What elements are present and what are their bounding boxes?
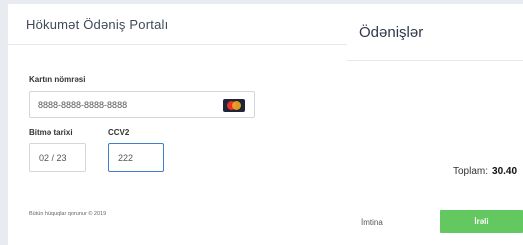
total-label: Toplam: (453, 166, 489, 177)
payments-summary-panel: Ödənişlər Toplam: 30.40 İmtina İrəli (347, 4, 523, 245)
card-number-label: Kartın nömrəsi (29, 75, 86, 84)
cvv-value: 222 (118, 152, 134, 163)
mastercard-icon (223, 99, 245, 112)
copyright-text: Bütün hüquqlar qorunur © 2019 (29, 211, 107, 217)
portal-title: Hökumət Ödəniş Portalı (8, 4, 347, 45)
cancel-link[interactable]: İmtina (361, 218, 383, 227)
card-number-input[interactable]: 8888-8888-8888-8888 (29, 91, 255, 118)
card-number-value: 8888-8888-8888-8888 (38, 99, 128, 110)
expiry-label: Bitmə tarixi (29, 128, 73, 137)
total-row: Toplam: 30.40 (453, 166, 517, 177)
next-button[interactable]: İrəli (440, 210, 523, 233)
cvv-input[interactable]: 222 (108, 143, 164, 172)
payment-form-panel: Hökumət Ödəniş Portalı Kartın nömrəsi 88… (8, 4, 348, 245)
expiry-value: 02 / 23 (39, 152, 67, 163)
expiry-input[interactable]: 02 / 23 (29, 143, 86, 172)
total-amount: 30.40 (492, 166, 518, 177)
cvv-label: CCV2 (108, 128, 130, 137)
payments-title: Ödənişlər (347, 4, 523, 61)
